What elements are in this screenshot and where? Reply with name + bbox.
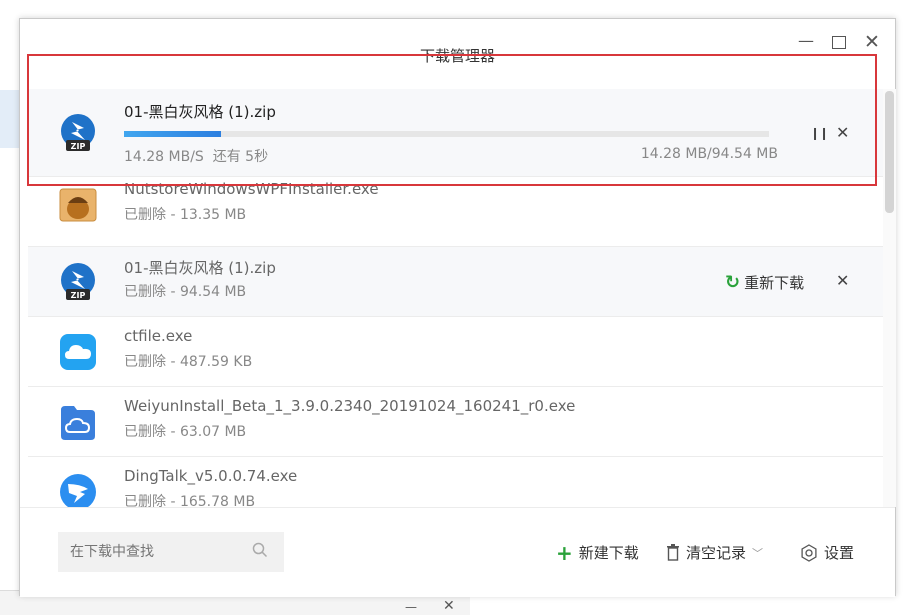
history-status: 已删除 - 94.54 MB [124, 284, 247, 300]
cancel-download-icon[interactable]: ✕ [836, 123, 849, 142]
refresh-icon: ↻ [725, 272, 741, 293]
scrollbar-thumb[interactable] [885, 91, 894, 213]
redownload-label: 重新下载 [744, 274, 805, 292]
list-item[interactable]: ctfile.exe 已删除 - 487.59 KB [28, 317, 883, 387]
new-download-button[interactable]: + 新建下载 [556, 542, 639, 563]
zip-icon: ZIP [61, 114, 95, 151]
clear-history-label: 清空记录 [686, 544, 747, 562]
chevron-down-icon: ﹀ [752, 546, 764, 560]
nutstore-icon [59, 188, 97, 222]
active-filename: 01-黑白灰风格 (1).zip [124, 103, 276, 121]
close-icon[interactable]: ✕ [864, 31, 880, 53]
search-input[interactable] [58, 532, 284, 572]
download-speed: 14.28 MB/S 还有 5秒 [124, 149, 269, 165]
history-filename: WeiyunInstall_Beta_1_3.9.0.2340_20191024… [124, 397, 576, 415]
list-item[interactable]: DingTalk_v5.0.0.74.exe 已删除 - 165.78 MB [28, 457, 883, 507]
trash-icon [667, 544, 679, 561]
cloud-icon [60, 334, 96, 370]
history-filename: ctfile.exe [124, 327, 193, 345]
dingtalk-icon [60, 474, 96, 507]
redownload-button[interactable]: ↻ 重新下载 [725, 272, 804, 293]
history-filename: NutstoreWindowsWPFInstaller.exe [124, 180, 379, 198]
search-icon[interactable] [252, 542, 268, 558]
clear-history-button[interactable]: 清空记录 ﹀ [666, 542, 763, 563]
minimize-icon[interactable]: — [798, 31, 814, 50]
time-remaining: 还有 5秒 [212, 149, 269, 165]
download-progress-fill [124, 131, 221, 137]
active-download-row[interactable]: ZIP 01-黑白灰风格 (1).zip 14.28 MB/S 还有 5秒 14… [28, 89, 883, 177]
list-scrollbar[interactable] [883, 89, 896, 507]
svg-text:ZIP: ZIP [71, 291, 86, 300]
history-status: 已删除 - 63.07 MB [124, 424, 247, 440]
new-download-label: 新建下载 [578, 544, 639, 562]
svg-text:ZIP: ZIP [71, 142, 86, 151]
download-progress-bar [124, 131, 769, 137]
maximize-icon[interactable] [832, 36, 846, 49]
gear-icon [801, 543, 817, 562]
settings-label: 设置 [824, 544, 855, 562]
list-item[interactable]: ZIP 01-黑白灰风格 (1).zip 已删除 - 94.54 MB ↻ 重新… [28, 247, 883, 317]
plus-icon: + [556, 540, 573, 565]
remove-item-icon[interactable]: ✕ [836, 271, 849, 290]
list-item[interactable]: NutstoreWindowsWPFInstaller.exe 已删除 - 13… [28, 177, 883, 247]
footer-bar: + 新建下载 清空记录 ﹀ 设置 [20, 507, 895, 597]
history-status: 已删除 - 487.59 KB [124, 354, 253, 370]
history-status: 已删除 - 165.78 MB [124, 494, 256, 507]
weiyun-icon [61, 406, 95, 440]
download-size: 14.28 MB/94.54 MB [640, 146, 778, 162]
pause-icon[interactable]: ❙❙ [810, 126, 829, 140]
history-filename: 01-黑白灰风格 (1).zip [124, 259, 276, 277]
download-list: ZIP 01-黑白灰风格 (1).zip 14.28 MB/S 还有 5秒 14… [28, 89, 883, 507]
window-title: 下载管理器 [419, 47, 495, 65]
zip-icon: ZIP [61, 263, 95, 300]
history-status: 已删除 - 13.35 MB [124, 207, 247, 223]
list-item[interactable]: WeiyunInstall_Beta_1_3.9.0.2340_20191024… [28, 387, 883, 457]
history-filename: DingTalk_v5.0.0.74.exe [124, 467, 298, 485]
background-minimize-icon: — [405, 600, 417, 614]
download-manager-window: 下载管理器 — ✕ ZIP 01-黑白灰风格 (1).zip 14.28 MB/… [19, 18, 896, 597]
background-close-icon: ✕ [443, 598, 455, 614]
settings-button[interactable]: 设置 [800, 542, 854, 563]
